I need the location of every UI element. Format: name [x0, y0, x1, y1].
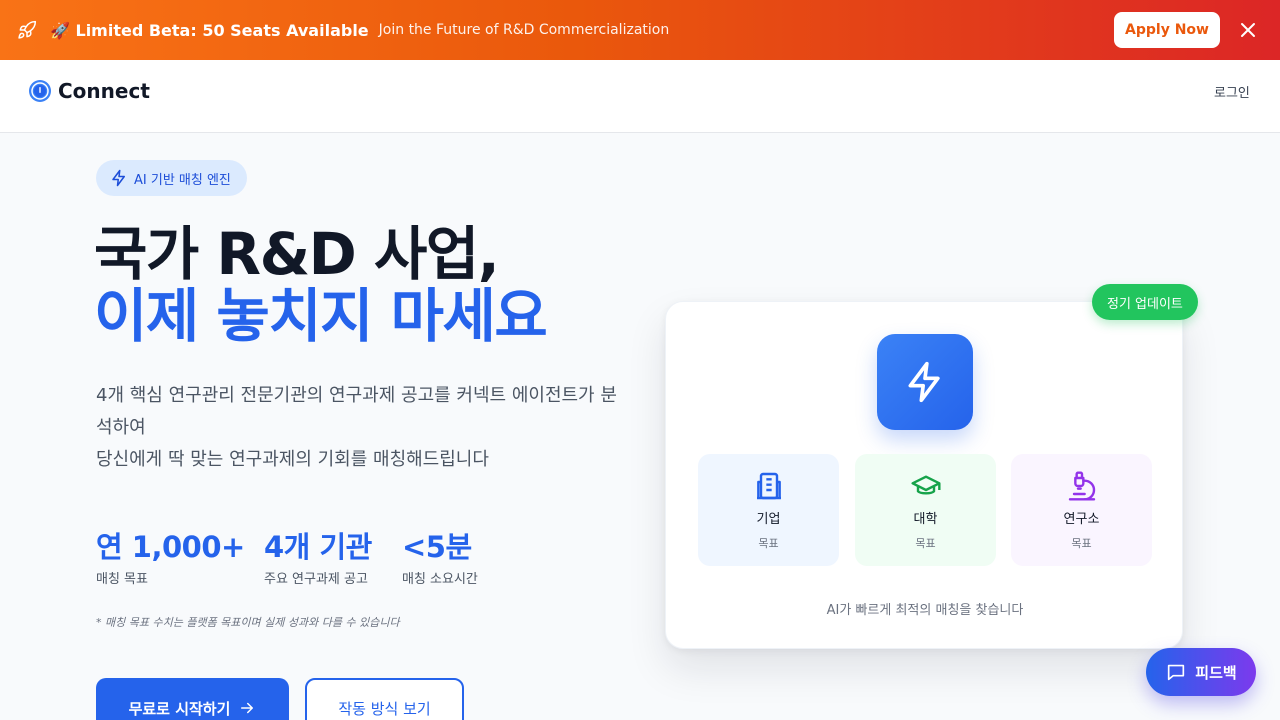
chat-icon: [1165, 661, 1187, 683]
hero-description-line1: 4개 핵심 연구관리 전문기관의 연구과제 공고를 커넥트 에이전트가 분석하여: [96, 385, 617, 438]
ai-engine-pill: AI 기반 매칭 엔진: [96, 160, 247, 196]
tile-sub: 목표: [915, 537, 936, 550]
stat-value: 연 1,000+: [96, 530, 245, 564]
tile-title: 연구소: [1063, 512, 1100, 527]
stat-time: <5분 매칭 소요시간: [402, 524, 478, 587]
graduation-cap-icon: [910, 470, 942, 502]
start-free-label: 무료로 시작하기: [128, 699, 231, 718]
tile-company: 기업 목표: [698, 454, 839, 566]
update-badge: 정기 업데이트: [1092, 284, 1198, 320]
login-link[interactable]: 로그인: [1214, 82, 1250, 101]
banner-subtitle: Join the Future of R&D Commercialization: [378, 22, 670, 38]
microscope-icon: [1066, 470, 1098, 502]
stat-label: 매칭 소요시간: [402, 572, 478, 587]
arrow-right-icon: [238, 699, 256, 717]
apply-now-button[interactable]: Apply Now: [1114, 12, 1220, 48]
logo-icon: [28, 79, 52, 103]
tile-title: 기업: [756, 512, 781, 527]
close-icon[interactable]: [1238, 20, 1258, 40]
tile-title: 대학: [913, 512, 938, 527]
tile-sub: 목표: [1071, 537, 1092, 550]
stat-agencies: 4개 기관 주요 연구과제 공고: [264, 524, 372, 587]
rocket-icon: [16, 19, 38, 41]
site-header: Connect 로그인: [0, 60, 1280, 133]
start-free-button[interactable]: 무료로 시작하기: [96, 678, 289, 720]
pill-label: AI 기반 매칭 엔진: [134, 172, 231, 188]
how-it-works-button[interactable]: 작동 방식 보기: [305, 678, 464, 720]
lightning-icon: [110, 169, 128, 187]
building-icon: [753, 470, 785, 502]
stat-value: 4개 기관: [264, 530, 372, 564]
matching-card: 기업 목표 대학 목표 연구소 목표 AI가 빠르게 최적의 매칭을 찾습니다: [665, 301, 1183, 649]
banner-title: 🚀 Limited Beta: 50 Seats Available: [50, 20, 369, 40]
hero-title-line2: 이제 놓치지 마세요: [94, 282, 548, 350]
stat-label: 매칭 목표: [96, 572, 148, 587]
card-footer-text: AI가 빠르게 최적의 매칭을 찾습니다: [826, 603, 1024, 618]
hero-description-line2: 당신에게 딱 맞는 연구과제의 기회를 매칭해드립니다: [96, 449, 489, 470]
hero-description: 4개 핵심 연구관리 전문기관의 연구과제 공고를 커넥트 에이전트가 분석하여…: [96, 380, 626, 476]
stat-value: <5분: [402, 530, 472, 564]
feedback-label: 피드백: [1195, 663, 1237, 682]
stat-matching: 연 1,000+ 매칭 목표: [96, 524, 245, 587]
lightning-icon: [877, 334, 973, 430]
tile-sub: 목표: [758, 537, 779, 550]
stat-label: 주요 연구과제 공고: [264, 572, 368, 587]
hero-title-line1: 국가 R&D 사업,: [94, 220, 500, 288]
tile-research-institute: 연구소 목표: [1011, 454, 1152, 566]
feedback-button[interactable]: 피드백: [1146, 648, 1256, 696]
beta-banner: 🚀 Limited Beta: 50 Seats Available Join …: [0, 0, 1280, 60]
disclaimer-note: * 매칭 목표 수치는 플랫폼 목표이며 실제 성과와 다를 수 있습니다: [96, 616, 400, 629]
logo[interactable]: Connect: [28, 79, 150, 103]
logo-text: Connect: [58, 79, 150, 103]
tile-university: 대학 목표: [855, 454, 996, 566]
